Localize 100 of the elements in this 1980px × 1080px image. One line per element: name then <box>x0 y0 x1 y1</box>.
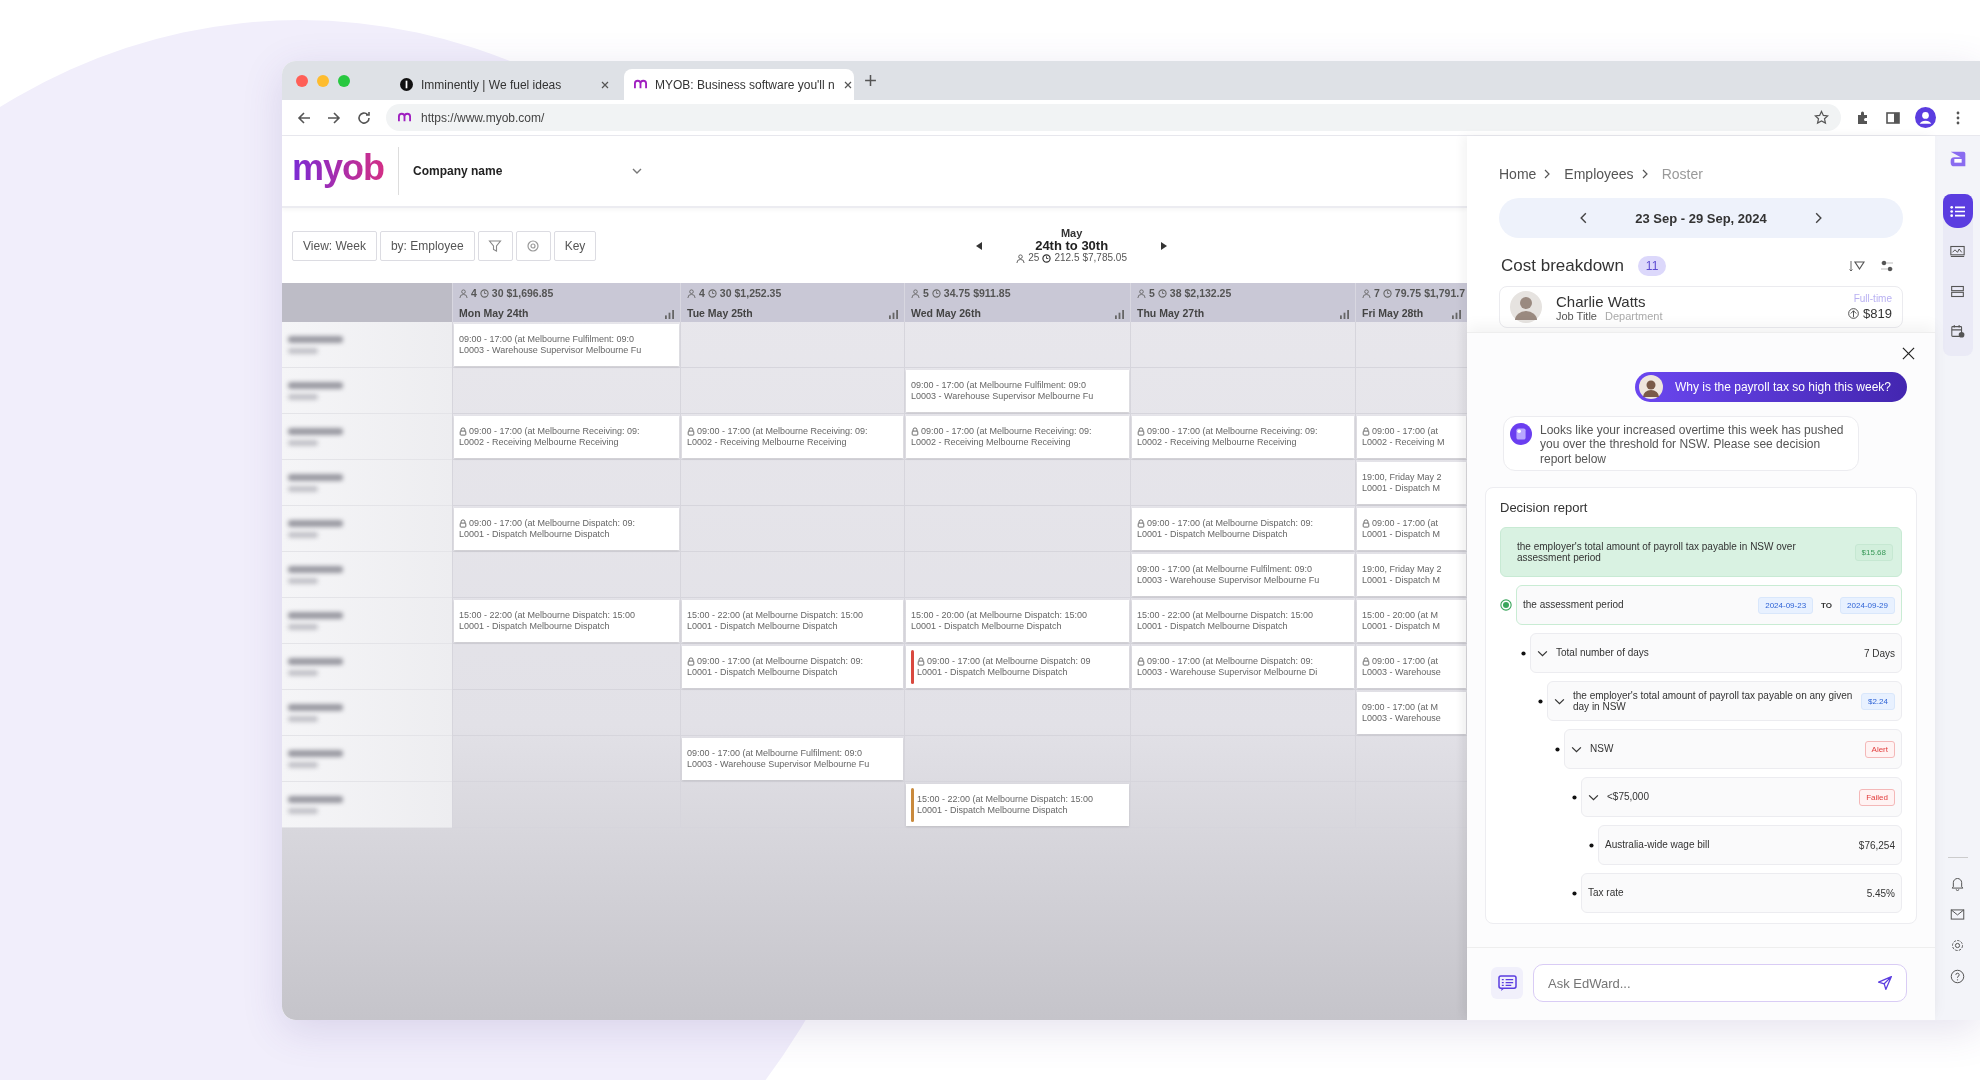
shift-card[interactable]: 15:00 - 20:00 (at Melbourne Dispatch: 15:00 L0001 - Dispatch Melbourne Dispatch <box>906 599 1129 642</box>
back-icon[interactable] <box>296 109 312 126</box>
roster-cell[interactable] <box>452 368 680 414</box>
shift-card[interactable]: 15:00 - 22:00 (at Melbourne Dispatch: 15:00 L0001 - Dispatch Melbourne Dispatch <box>1132 599 1354 642</box>
roster-cell[interactable] <box>680 322 904 368</box>
shift-card[interactable]: 09:00 - 17:00 (at L0003 - Warehouse <box>1357 645 1466 688</box>
transcript-button[interactable] <box>1491 967 1523 999</box>
roster-cell[interactable] <box>904 460 1130 506</box>
shift-card[interactable]: 09:00 - 17:00 (at Melbourne Dispatch: 09: L0001 - Dispatch Melbourne Dispatch <box>1132 507 1354 550</box>
address-bar[interactable]: https://www.myob.com/ <box>386 104 1841 131</box>
close-icon[interactable] <box>1902 347 1915 360</box>
next-icon[interactable] <box>1814 212 1822 224</box>
roster-cell[interactable] <box>1130 322 1355 368</box>
bar-chart-icon[interactable] <box>1340 310 1349 319</box>
shift-card[interactable]: 09:00 - 17:00 (at Melbourne Dispatch: 09: L0001 - Dispatch Melbourne Dispatch <box>682 645 903 688</box>
roster-cell[interactable] <box>452 690 680 736</box>
shift-role: L0001 - Dispatch M <box>1362 528 1441 539</box>
shift-card[interactable]: 15:00 - 22:00 (at Melbourne Dispatch: 15:00 L0001 - Dispatch Melbourne Dispatch <box>454 599 679 642</box>
maximize-window-icon[interactable] <box>338 74 350 87</box>
key-button[interactable]: Key <box>553 230 597 261</box>
bar-chart-icon[interactable] <box>1452 310 1461 319</box>
report-row[interactable]: Total number of days 7 Days <box>1530 633 1902 674</box>
report-row[interactable]: the employer's total amount of payroll tax payable in NSW over assessment period $15.68 <box>1500 527 1902 578</box>
person-icon <box>687 288 696 298</box>
forward-icon[interactable] <box>326 109 342 126</box>
view-button[interactable]: View: Week <box>292 230 377 261</box>
breadcrumb-link[interactable]: Home <box>1499 166 1537 182</box>
shift-card[interactable]: 09:00 - 17:00 (at Melbourne Receiving: 09: L0002 - Receiving Melbourne Receiving <box>454 415 679 458</box>
shift-card[interactable]: 09:00 - 17:00 (at Melbourne Fulfilment: 09:0 L0003 - Warehouse Supervisor Melbourne Fu <box>1132 553 1354 596</box>
report-row[interactable]: the assessment period 2024-09-23 TO 2024-09-29 <box>1516 585 1902 626</box>
employee-card[interactable]: Charlie Watts Job Title Department Full-time $819 <box>1499 286 1903 328</box>
browser-tab[interactable]: MYOB: Business software you'll n <box>624 69 854 100</box>
shift-card[interactable]: 09:00 - 17:00 (at Melbourne Receiving: 09: L0002 - Receiving Melbourne Receiving <box>682 415 903 458</box>
close-window-icon[interactable] <box>296 74 308 87</box>
shift-card[interactable]: 19:00, Friday May 2 L0001 - Dispatch M <box>1357 553 1466 596</box>
shift-time: 15:00 - 20:00 (at Melbourne Dispatch: 15:00 <box>911 610 1088 621</box>
roster-cell[interactable] <box>680 460 904 506</box>
shift-card[interactable]: 09:00 - 17:00 (at Melbourne Receiving: 09: L0002 - Receiving Melbourne Receiving <box>1132 415 1354 458</box>
logo[interactable]: myob <box>292 147 399 195</box>
group-button[interactable]: by: Employee <box>379 230 475 261</box>
report-row[interactable]: <$75,000 Failed <box>1581 777 1902 818</box>
roster-cell[interactable] <box>452 736 680 782</box>
breadcrumb-link[interactable]: Employees <box>1564 166 1634 182</box>
bar-chart-icon[interactable] <box>665 310 674 319</box>
previous-week-icon[interactable] <box>976 241 983 250</box>
roster-cell[interactable] <box>680 506 904 552</box>
roster-cell[interactable] <box>1130 368 1355 414</box>
previous-icon[interactable] <box>1580 212 1588 224</box>
shift-card[interactable]: 15:00 - 20:00 (at M L0001 - Dispatch M <box>1357 599 1466 642</box>
chevron-icon[interactable] <box>1588 793 1599 801</box>
shift-card[interactable]: 09:00 - 17:00 (at Melbourne Receiving: 09: L0002 - Receiving Melbourne Receiving <box>906 415 1129 458</box>
roster-cell[interactable] <box>452 460 680 506</box>
bar-chart-icon[interactable] <box>889 310 898 319</box>
shift-card[interactable]: 09:00 - 17:00 (at Melbourne Dispatch: 09: L0001 - Dispatch Melbourne Dispatch <box>454 507 679 550</box>
report-row[interactable]: Australia-wide wage bill $76,254 <box>1598 825 1902 866</box>
shift-card[interactable]: 19:00, Friday May 2 L0001 - Dispatch M <box>1357 461 1466 504</box>
reload-icon[interactable] <box>356 109 372 126</box>
filter-button[interactable] <box>477 230 513 261</box>
shift-card[interactable]: 15:00 - 22:00 (at Melbourne Dispatch: 15:00 L0001 - Dispatch Melbourne Dispatch <box>906 783 1129 826</box>
bell-icon[interactable] <box>1950 876 1965 891</box>
report-row[interactable]: the employer's total amount of payroll tax payable on any given day in NSW $2.24 <box>1547 681 1902 722</box>
shift-card[interactable]: 09:00 - 17:00 (at Melbourne Dispatch: 09: L0003 - Warehouse Supervisor Melbourne Di <box>1132 645 1354 688</box>
mail-icon[interactable] <box>1950 907 1965 922</box>
new-tab-icon[interactable] <box>864 74 877 87</box>
cost-total: $1,791.7 <box>1424 287 1465 299</box>
bookmark-star-icon[interactable] <box>1814 110 1829 125</box>
shift-card[interactable]: 09:00 - 17:00 (at L0001 - Dispatch M <box>1357 507 1466 550</box>
help-icon[interactable] <box>1950 969 1965 984</box>
chevron-icon[interactable] <box>1554 697 1565 705</box>
report-row[interactable]: NSW Alert <box>1564 729 1902 770</box>
browser-tab[interactable]: Imminently | We fuel ideas <box>390 69 620 100</box>
close-icon[interactable] <box>842 79 853 90</box>
report-row[interactable]: Tax rate 5.45% <box>1581 873 1902 914</box>
shift-card[interactable]: 09:00 - 17:00 (at M L0003 - Warehouse <box>1357 691 1466 734</box>
bar-chart-icon[interactable] <box>1115 310 1124 319</box>
profile-icon[interactable] <box>1915 107 1936 128</box>
roster-cell[interactable] <box>452 552 680 598</box>
ask-input[interactable]: Ask EdWard... <box>1533 964 1907 1002</box>
shift-card[interactable]: 09:00 - 17:00 (at Melbourne Fulfilment: 09:0 L0003 - Warehouse Supervisor Melbourne Fu <box>906 369 1129 412</box>
shift-role: L0001 - Dispatch Melbourne Dispatch <box>1137 620 1289 631</box>
shift-card[interactable]: 09:00 - 17:00 (at Melbourne Fulfilment: 09:0 L0003 - Warehouse Supervisor Melbourne Fu <box>682 737 903 780</box>
bullet-icon <box>1572 890 1577 896</box>
roster-cell[interactable] <box>904 322 1130 368</box>
chevron-icon[interactable] <box>1537 649 1548 657</box>
roster-cell[interactable] <box>1130 460 1355 506</box>
roster-cell[interactable] <box>904 736 1130 782</box>
shift-card[interactable]: 09:00 - 17:00 (at Melbourne Fulfilment: 09:0 L0003 - Warehouse Supervisor Melbourne Fu <box>454 323 679 366</box>
roster-cell[interactable] <box>452 644 680 690</box>
send-icon[interactable] <box>1877 975 1893 991</box>
shift-card[interactable]: 09:00 - 17:00 (at L0002 - Receiving M <box>1357 415 1466 458</box>
settings-button[interactable] <box>515 230 551 261</box>
sliders-icon[interactable] <box>1879 260 1895 272</box>
chevron-icon[interactable] <box>1571 745 1582 753</box>
sidebar-icon[interactable] <box>1885 109 1901 126</box>
next-week-icon[interactable] <box>1160 241 1167 250</box>
shift-card[interactable]: 09:00 - 17:00 (at Melbourne Dispatch: 09 L0001 - Dispatch Melbourne Dispatch <box>906 645 1129 688</box>
sort-filter-icon[interactable] <box>1849 260 1865 272</box>
settings-icon[interactable] <box>1950 938 1965 953</box>
company-dropdown[interactable]: Company name <box>413 164 643 178</box>
shift-card[interactable]: 15:00 - 22:00 (at Melbourne Dispatch: 15:00 L0001 - Dispatch Melbourne Dispatch <box>682 599 903 642</box>
